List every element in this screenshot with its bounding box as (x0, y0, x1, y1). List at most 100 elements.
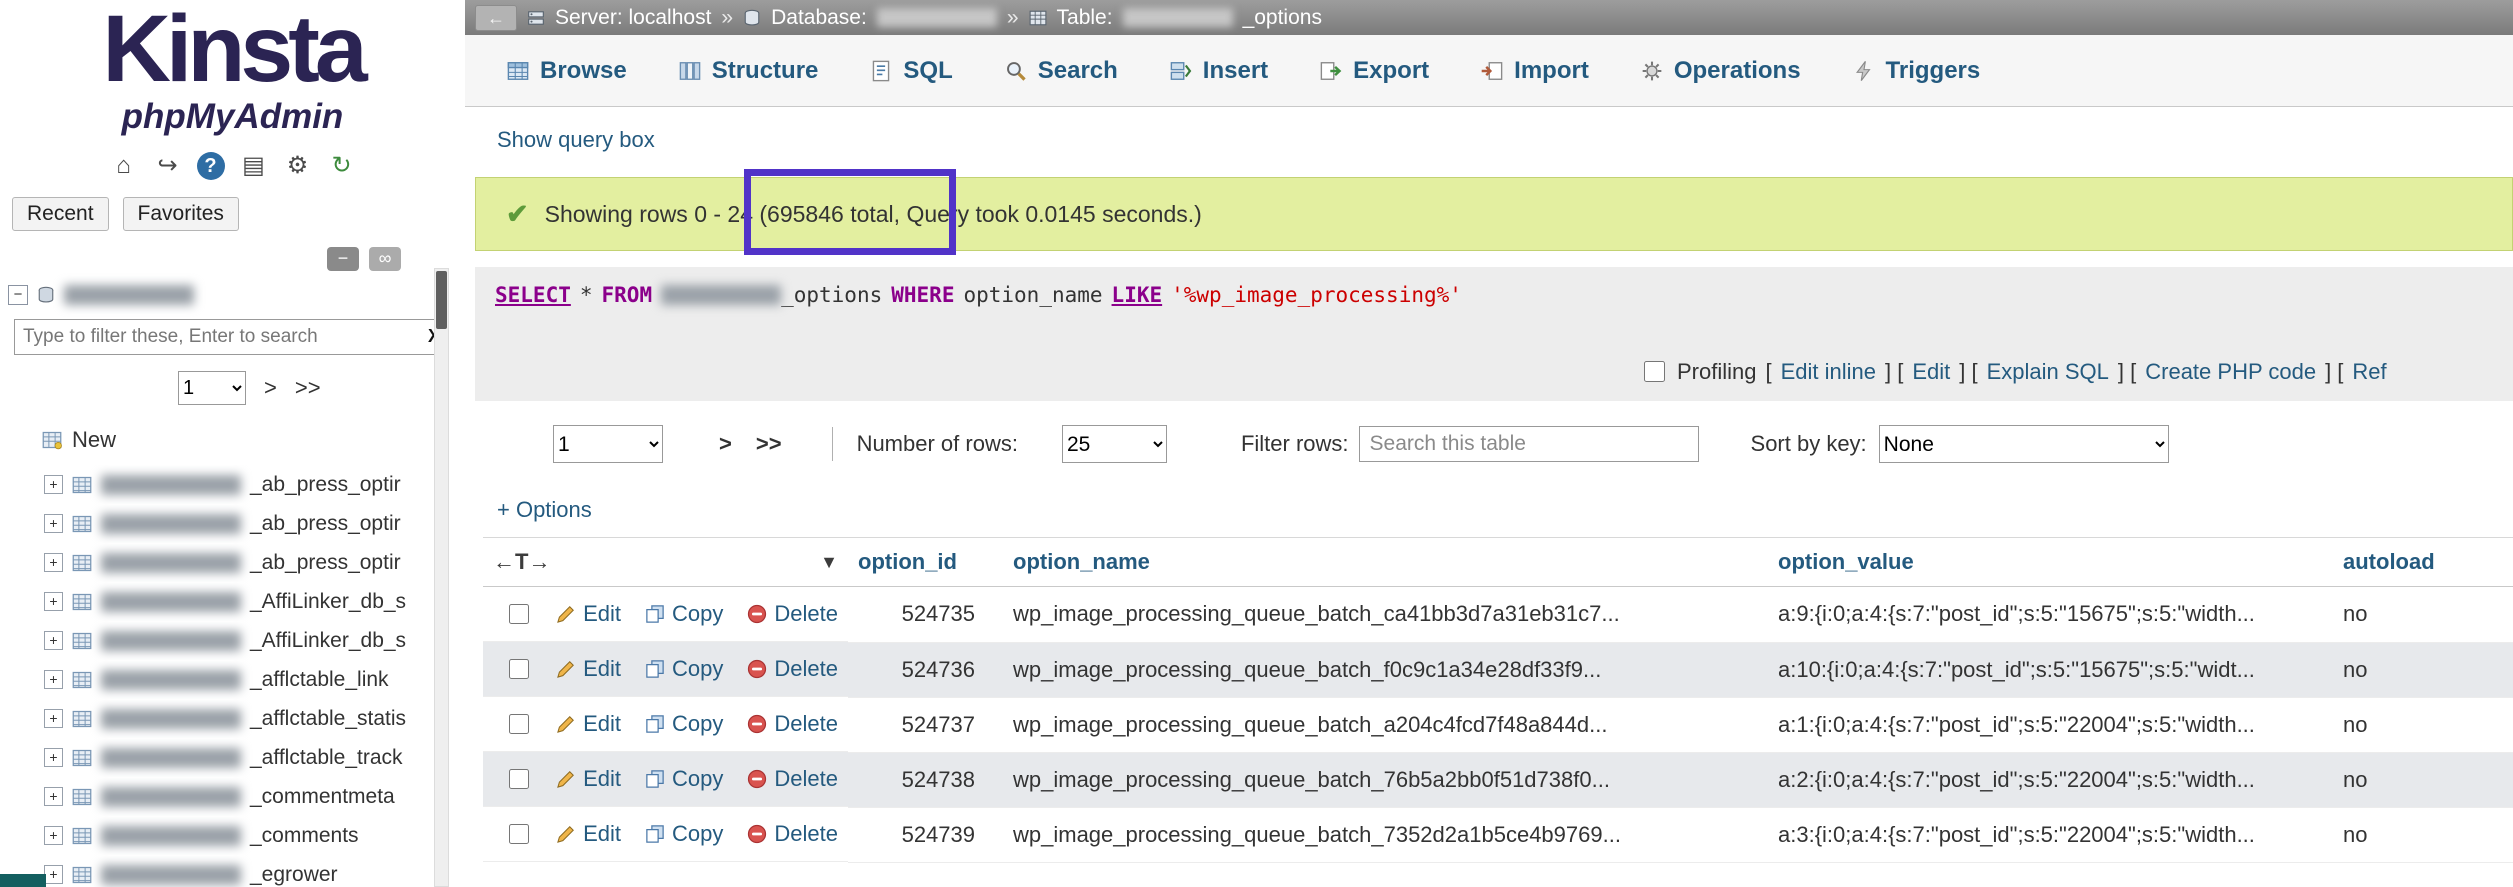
col-header-option-value[interactable]: option_value (1768, 538, 2333, 587)
link-panel-icon[interactable]: ∞ (369, 247, 401, 271)
sidebar-scrollbar[interactable] (434, 268, 449, 887)
row-checkbox[interactable] (509, 713, 529, 735)
docs-icon[interactable]: ▤ (239, 151, 269, 181)
copy-label[interactable]: Copy (672, 656, 723, 682)
page-select[interactable]: 1 (553, 425, 663, 463)
delete-label[interactable]: Delete (774, 766, 838, 792)
tree-filter-input[interactable] (14, 319, 449, 355)
delete-label[interactable]: Delete (774, 601, 838, 627)
row-checkbox[interactable] (509, 603, 529, 625)
column-nav-icons[interactable]: ←T→ (493, 549, 550, 575)
home-icon[interactable]: ⌂ (109, 151, 139, 181)
col-header-option-id[interactable]: option_id (848, 538, 1003, 587)
edit-action[interactable]: Edit (556, 766, 621, 792)
breadcrumb-table-label[interactable]: Table: (1057, 6, 1113, 30)
sidebar-table-item[interactable]: + _ab_press_optir (0, 465, 465, 504)
copy-label[interactable]: Copy (672, 821, 723, 847)
expand-icon[interactable]: + (44, 631, 63, 650)
rows-per-page-select[interactable]: 25 (1062, 425, 1167, 463)
sidebar-table-item[interactable]: + _egrower (0, 855, 465, 887)
tab-structure[interactable]: Structure (653, 35, 845, 106)
collapse-all-icon[interactable]: − (327, 247, 359, 271)
console-bar[interactable] (0, 874, 46, 887)
sidebar-table-item[interactable]: + _AffiLinker_db_s (0, 621, 465, 660)
copy-label[interactable]: Copy (672, 601, 723, 627)
delete-action[interactable]: Delete (747, 601, 838, 627)
refresh-link[interactable]: Ref (2352, 359, 2386, 385)
next-page-link[interactable]: > (719, 431, 732, 457)
sql-keyword[interactable]: LIKE (1112, 283, 1163, 307)
edit-action[interactable]: Edit (556, 601, 621, 627)
edit-label[interactable]: Edit (583, 601, 621, 627)
sort-key-select[interactable]: None (1879, 425, 2169, 463)
reload-icon[interactable]: ↻ (327, 151, 357, 181)
delete-action[interactable]: Delete (747, 656, 838, 682)
last-page-link[interactable]: >> (756, 431, 782, 457)
delete-label[interactable]: Delete (774, 656, 838, 682)
copy-action[interactable]: Copy (645, 601, 723, 627)
table-search-input[interactable] (1359, 426, 1699, 462)
delete-action[interactable]: Delete (747, 766, 838, 792)
create-php-code-link[interactable]: Create PHP code (2145, 359, 2316, 385)
tab-browse[interactable]: Browse (481, 35, 653, 106)
expand-icon[interactable]: + (44, 787, 63, 806)
delete-action[interactable]: Delete (747, 711, 838, 737)
sidebar-table-item[interactable]: + _AffiLinker_db_s (0, 582, 465, 621)
expand-icon[interactable]: + (44, 475, 63, 494)
explain-sql-link[interactable]: Explain SQL (1987, 359, 2109, 385)
edit-label[interactable]: Edit (583, 821, 621, 847)
tree-page-select[interactable]: 1 (178, 371, 246, 405)
back-arrow-icon[interactable]: ← (475, 5, 517, 31)
sidebar-table-item[interactable]: + _ab_press_optir (0, 543, 465, 582)
breadcrumb-database-label[interactable]: Database: (771, 6, 867, 30)
tree-page-next[interactable]: > (264, 375, 277, 401)
row-checkbox[interactable] (509, 823, 529, 845)
edit-inline-link[interactable]: Edit inline (1781, 359, 1876, 385)
show-query-box-link[interactable]: Show query box (497, 127, 655, 153)
copy-label[interactable]: Copy (672, 711, 723, 737)
tree-root-database[interactable]: − (0, 271, 465, 305)
copy-label[interactable]: Copy (672, 766, 723, 792)
sidebar-table-item[interactable]: + _commentmeta (0, 777, 465, 816)
row-checkbox[interactable] (509, 658, 529, 680)
delete-label[interactable]: Delete (774, 821, 838, 847)
sidebar-table-item[interactable]: + _afflctable_track (0, 738, 465, 777)
tree-page-last[interactable]: >> (295, 375, 321, 401)
tab-search[interactable]: Search (979, 35, 1144, 106)
row-checkbox[interactable] (509, 768, 529, 790)
expand-icon[interactable]: + (44, 748, 63, 767)
col-header-autoload[interactable]: autoload (2333, 538, 2513, 587)
copy-action[interactable]: Copy (645, 656, 723, 682)
sidebar-table-item[interactable]: + _afflctable_statis (0, 699, 465, 738)
logout-icon[interactable]: ↪ (153, 151, 183, 181)
delete-label[interactable]: Delete (774, 711, 838, 737)
sidebar-table-item[interactable]: + _comments (0, 816, 465, 855)
edit-action[interactable]: Edit (556, 711, 621, 737)
profiling-checkbox[interactable] (1644, 361, 1665, 382)
expand-icon[interactable]: + (44, 865, 63, 884)
breadcrumb-server[interactable]: Server: localhost (555, 6, 711, 30)
sort-desc-icon[interactable]: ▼ (820, 552, 838, 573)
tab-export[interactable]: Export (1294, 35, 1455, 106)
expand-icon[interactable]: + (44, 592, 63, 611)
edit-action[interactable]: Edit (556, 821, 621, 847)
tab-triggers[interactable]: Triggers (1827, 35, 2007, 106)
delete-action[interactable]: Delete (747, 821, 838, 847)
edit-label[interactable]: Edit (583, 766, 621, 792)
sql-keyword[interactable]: SELECT (495, 283, 571, 307)
expand-icon[interactable]: + (44, 514, 63, 533)
expand-icon[interactable]: + (44, 553, 63, 572)
expand-icon[interactable]: + (44, 826, 63, 845)
expand-icon[interactable]: + (44, 709, 63, 728)
settings-icon[interactable]: ⚙ (283, 151, 313, 181)
scrollbar-thumb[interactable] (436, 271, 447, 329)
copy-action[interactable]: Copy (645, 766, 723, 792)
sidebar-table-item[interactable]: + _afflctable_link (0, 660, 465, 699)
col-header-option-name[interactable]: option_name (1003, 538, 1768, 587)
edit-link[interactable]: Edit (1912, 359, 1950, 385)
tab-insert[interactable]: Insert (1144, 35, 1294, 106)
expand-icon[interactable]: + (44, 670, 63, 689)
collapse-node-icon[interactable]: − (8, 285, 28, 305)
tab-favorites[interactable]: Favorites (123, 197, 239, 231)
sidebar-table-item[interactable]: + _ab_press_optir (0, 504, 465, 543)
